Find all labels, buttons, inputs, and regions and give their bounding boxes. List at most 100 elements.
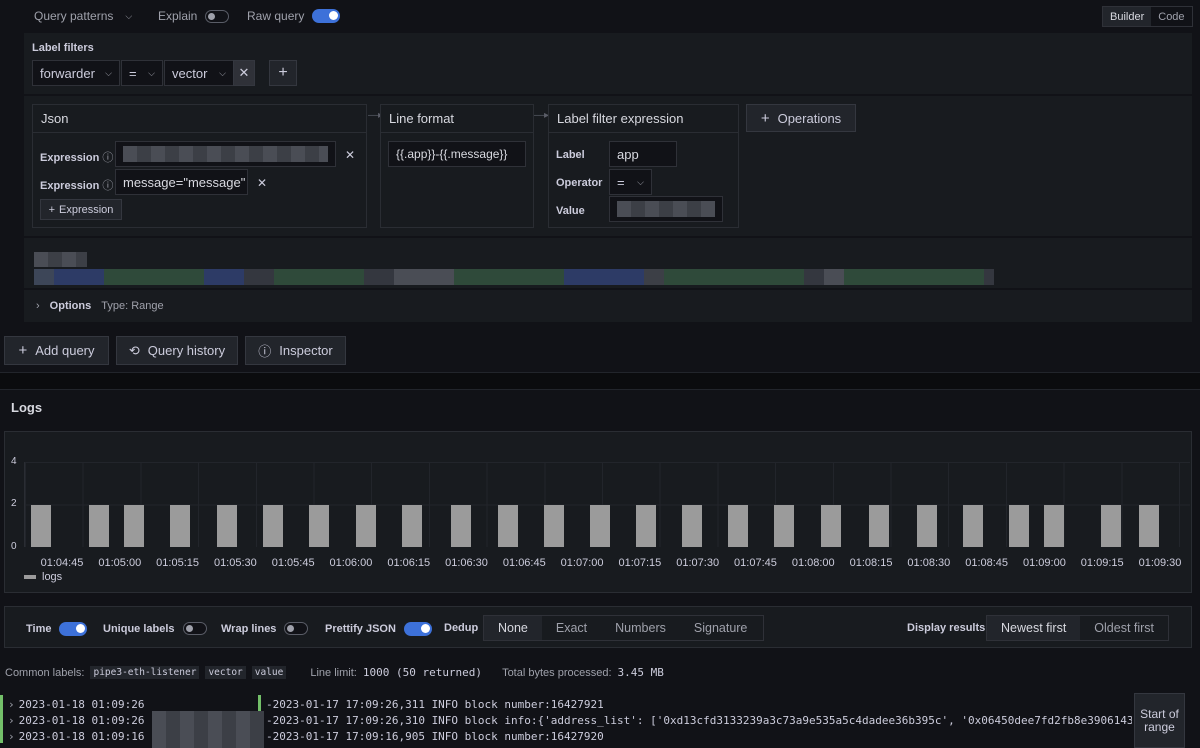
unique-labels-toggle[interactable] — [182, 622, 207, 635]
logs-histogram — [24, 462, 1190, 547]
dedup-signature-option[interactable]: Signature — [680, 616, 764, 640]
histogram-bar — [728, 504, 748, 547]
prettify-json-toggle[interactable] — [403, 622, 432, 636]
redacted-value — [617, 201, 715, 217]
legend-label: logs — [42, 571, 63, 583]
chevron-down-icon: ⌵ — [105, 67, 112, 78]
x-axis-tick: 01:09:00 — [1022, 557, 1066, 569]
histogram-bar — [498, 504, 518, 547]
histogram-bar — [217, 504, 237, 547]
label-filters-title: Label filters — [32, 42, 94, 54]
inspector-button[interactable]: ⓘ Inspector — [245, 336, 346, 365]
operator-select[interactable]: = ⌵ — [121, 60, 163, 86]
newest-first-option[interactable]: Newest first — [987, 616, 1081, 640]
mode-switch: Builder Code — [1102, 6, 1193, 27]
histogram-bar — [963, 504, 983, 547]
label-field-input[interactable]: app — [609, 141, 677, 167]
redacted-value — [123, 146, 328, 162]
operator-field-label: Operator — [556, 177, 603, 189]
expression-label: Expression ⓘ — [40, 180, 114, 192]
legend: logs — [24, 571, 62, 583]
dedup-numbers-option[interactable]: Numbers — [601, 616, 680, 640]
x-axis-tick: 01:07:00 — [560, 557, 604, 569]
histogram-bar — [263, 504, 283, 547]
dedup-none-option[interactable]: None — [484, 616, 542, 640]
close-icon: ✕ — [238, 65, 250, 80]
x-axis-tick: 01:08:15 — [849, 557, 893, 569]
y-axis-tick: 0 — [11, 541, 17, 552]
json-card-title: Json — [33, 105, 366, 133]
query-patterns-dropdown[interactable]: Query patterns ⌵ — [34, 9, 132, 23]
oldest-first-option[interactable]: Oldest first — [1080, 616, 1168, 640]
chevron-right-icon: › — [36, 300, 40, 312]
log-time: 2023-01-18 01:09:16 — [18, 730, 145, 743]
label-filter-expression-title: Label filter expression — [549, 105, 738, 133]
explain-toggle[interactable] — [205, 9, 230, 23]
wrap-lines-label: Wrap lines — [221, 622, 277, 635]
redacted-log-prefix — [152, 711, 264, 748]
remove-filter-button[interactable]: ✕ — [233, 60, 255, 86]
line-limit-value: 1000 (50 returned) — [362, 666, 483, 679]
info-icon: ⓘ — [102, 180, 114, 192]
add-expression-button[interactable]: + Expression — [40, 199, 122, 220]
dedup-options: None Exact Numbers Signature — [483, 615, 765, 641]
arrow-icon: —▸ — [534, 110, 550, 121]
value-select[interactable]: vector ⌵ — [164, 60, 234, 86]
options-type: Type: Range — [101, 300, 164, 312]
chevron-right-icon: › — [8, 730, 15, 743]
x-axis-tick: 01:07:15 — [618, 557, 662, 569]
histogram-bar — [821, 504, 841, 547]
histogram-bar — [590, 504, 610, 547]
time-label: Time — [26, 623, 52, 635]
log-row[interactable]: › 2023-01-18 01:09:16 — [0, 727, 145, 743]
options-row[interactable]: › Options Type: Range — [36, 300, 164, 312]
x-axis-tick: 01:05:00 — [98, 557, 142, 569]
meta-row: Common labels: pipe3-eth-listener vector… — [5, 666, 664, 679]
plus-icon: + — [18, 342, 28, 359]
time-toggle[interactable] — [59, 622, 88, 636]
add-filter-button[interactable]: + — [269, 60, 297, 86]
line-format-title: Line format — [381, 105, 533, 133]
histogram-bar — [917, 504, 937, 547]
x-axis-tick: 01:06:30 — [445, 557, 488, 569]
label-select[interactable]: forwarder ⌵ — [32, 60, 120, 86]
wrap-lines-toggle[interactable] — [284, 622, 309, 635]
options-section[interactable] — [24, 290, 1192, 322]
builder-mode-button[interactable]: Builder — [1103, 7, 1152, 26]
chevron-right-icon: › — [8, 698, 15, 711]
dedup-exact-option[interactable]: Exact — [542, 616, 601, 640]
operator-field-select[interactable]: = ⌵ — [609, 169, 652, 195]
add-query-button[interactable]: + Add query — [4, 336, 109, 365]
info-icon: ⓘ — [258, 344, 272, 359]
query-patterns-label: Query patterns — [34, 9, 114, 23]
log-row[interactable]: › 2023-01-18 01:09:26 — [0, 695, 144, 711]
redacted-query-text — [34, 269, 994, 285]
line-format-input[interactable]: {{.app}}-{{.message}} — [388, 141, 526, 167]
operations-button[interactable]: + Operations — [746, 104, 856, 132]
x-axis-tick: 01:08:30 — [907, 557, 951, 569]
code-mode-button[interactable]: Code — [1151, 7, 1191, 26]
raw-query-toggle[interactable] — [312, 9, 341, 23]
x-axis-tick: 01:06:00 — [329, 557, 373, 569]
histogram-bar — [124, 504, 144, 547]
expression-input-2[interactable]: message="message" — [115, 169, 248, 195]
expression-input-1[interactable] — [115, 141, 336, 167]
explain-label: Explain — [158, 9, 198, 23]
chevron-right-icon: › — [8, 714, 15, 727]
remove-expression-2-icon[interactable]: ✕ — [257, 176, 267, 190]
x-axis-tick: 01:07:45 — [734, 557, 777, 569]
query-history-button[interactable]: ⟲ Query history — [116, 336, 238, 365]
line-limit-label: Line limit: — [310, 666, 357, 679]
histogram-bar — [356, 504, 376, 547]
plus-icon: + — [278, 64, 288, 81]
log-row[interactable]: › 2023-01-18 01:09:26 — [0, 711, 144, 727]
label-field-label: Label — [556, 149, 585, 161]
remove-expression-1-icon[interactable]: ✕ — [345, 148, 355, 162]
histogram-bar — [774, 504, 794, 547]
start-of-range-button[interactable]: Start of range — [1134, 693, 1185, 748]
histogram-bar — [1009, 504, 1029, 547]
value-field-input[interactable] — [609, 196, 723, 222]
x-axis-tick: 01:04:45 — [40, 557, 84, 569]
redacted-query-part — [34, 252, 87, 267]
histogram-bar — [170, 504, 190, 547]
